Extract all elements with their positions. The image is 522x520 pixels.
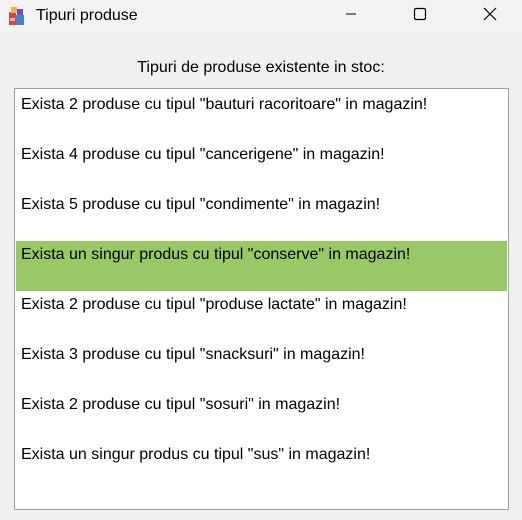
app-icon [8,6,26,26]
list-item[interactable]: Exista 4 produse cu tipul "cancerigene" … [16,141,507,191]
list-item[interactable]: Exista 2 produse cu tipul "produse lacta… [16,291,507,341]
app-window: Tipuri produse Tipuri de produse existen… [0,0,522,520]
list-item[interactable]: Exista 2 produse cu tipul "sosuri" in ma… [16,391,507,441]
window-title: Tipuri produse [36,7,138,24]
minimize-button[interactable] [328,0,374,32]
maximize-button[interactable] [397,0,443,32]
close-icon [483,7,497,26]
list-item[interactable]: Exista 2 produse cu tipul "bauturi racor… [16,91,507,141]
title-bar[interactable]: Tipuri produse [0,0,522,32]
list-item[interactable]: Exista un singur produs cu tipul "sus" i… [16,441,507,491]
minimize-icon [345,7,357,25]
product-types-listbox[interactable]: Exista 2 produse cu tipul "bauturi racor… [14,88,509,510]
close-button[interactable] [467,0,513,32]
list-heading: Tipuri de produse existente in stoc: [137,59,385,76]
maximize-icon [413,7,427,26]
list-item[interactable]: Exista 3 produse cu tipul "snacksuri" in… [16,341,507,391]
list-item[interactable]: Exista 5 produse cu tipul "condimente" i… [16,191,507,241]
list-item-selected[interactable]: Exista un singur produs cu tipul "conser… [16,241,507,291]
